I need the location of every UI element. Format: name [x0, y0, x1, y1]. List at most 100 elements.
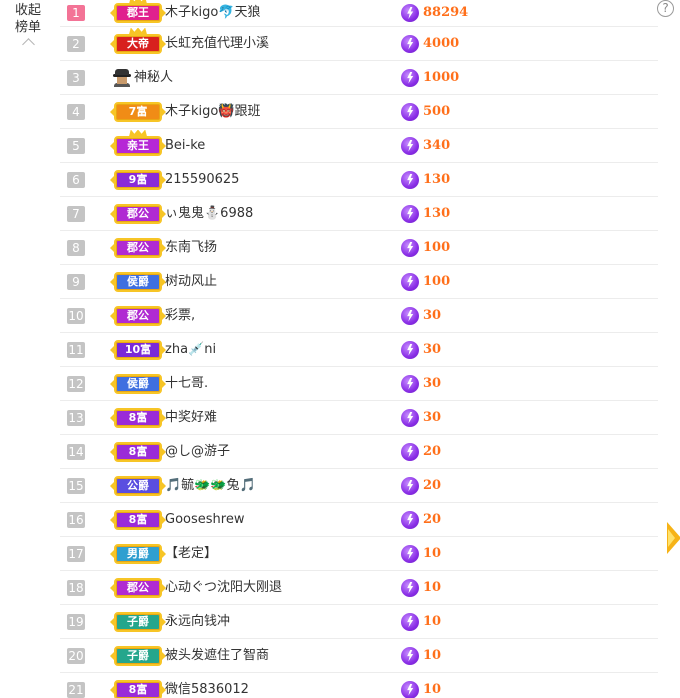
- rank-number: 2: [67, 35, 85, 52]
- ranking-row[interactable]: 16 8富 Gooseshrew 20: [60, 503, 658, 537]
- lightning-icon: [401, 408, 419, 427]
- contribution-number: 4000: [423, 35, 460, 51]
- ranking-row[interactable]: 5 亲王 Bei-ke 340: [60, 129, 658, 163]
- contribution-number: 130: [423, 171, 451, 187]
- rank-title-badge: 8富: [110, 407, 166, 428]
- ranking-row[interactable]: 19 子爵 永远向钱冲 10: [60, 605, 658, 639]
- ranking-row[interactable]: 2 大帝 长虹充值代理小溪 4000: [60, 27, 658, 61]
- rank-number: 17: [67, 545, 85, 562]
- user-name[interactable]: zha💉ni: [165, 341, 216, 359]
- rank-title-badge: 男爵: [110, 543, 166, 564]
- ranking-row[interactable]: 11 10富 zha💉ni 30: [60, 333, 658, 367]
- user-name[interactable]: 永远向钱冲: [165, 613, 230, 631]
- user-name[interactable]: ぃ鬼鬼⛄6988: [165, 205, 253, 223]
- lightning-icon: [401, 340, 419, 359]
- rank-title-badge: 公爵: [110, 475, 166, 496]
- ranking-row[interactable]: 8 郡公 东南飞扬 100: [60, 231, 658, 265]
- rank-number: 15: [67, 477, 85, 494]
- ranking-row[interactable]: 13 8富 中奖好难 30: [60, 401, 658, 435]
- collapse-label-line1: 收起: [14, 3, 41, 18]
- ranking-row[interactable]: 14 8富 @し@游子 20: [60, 435, 658, 469]
- rank-title-badge: 子爵: [110, 611, 166, 632]
- ranking-row[interactable]: 18 郡公 心动ぐつ沈阳大刚退 10: [60, 571, 658, 605]
- collapse-ranking-button[interactable]: 收起 榜单: [8, 2, 48, 51]
- badge-label: 郡公: [127, 206, 149, 220]
- help-icon[interactable]: ?: [657, 0, 674, 17]
- lightning-icon: [401, 170, 419, 189]
- badge-label: 男爵: [127, 546, 149, 560]
- user-name[interactable]: 心动ぐつ沈阳大刚退: [165, 579, 282, 597]
- ranking-row[interactable]: 7 郡公 ぃ鬼鬼⛄6988 130: [60, 197, 658, 231]
- badge-label: 公爵: [127, 478, 149, 492]
- user-name[interactable]: Gooseshrew: [165, 511, 244, 529]
- user-name[interactable]: 中奖好难: [165, 409, 217, 427]
- crown-icon: [129, 129, 147, 137]
- user-name[interactable]: 树动风止: [165, 273, 217, 291]
- contribution-number: 340: [423, 137, 451, 153]
- rank-number: 1: [67, 5, 85, 21]
- contribution-number: 130: [423, 205, 451, 221]
- ranking-row[interactable]: 17 男爵 【老定】 10: [60, 537, 658, 571]
- contribution-number: 1000: [423, 69, 460, 85]
- user-name[interactable]: 微信5836012: [165, 681, 249, 698]
- lightning-icon: [401, 34, 419, 53]
- rank-number: 9: [67, 273, 85, 290]
- contribution-number: 10: [423, 647, 442, 663]
- expand-side-arrow-icon[interactable]: [667, 522, 680, 554]
- rank-title-badge: 7富: [110, 101, 166, 122]
- badge-label: 郡公: [127, 308, 149, 322]
- user-name[interactable]: Bei-ke: [165, 137, 205, 155]
- user-name[interactable]: @し@游子: [165, 443, 230, 461]
- lightning-icon: [401, 680, 419, 698]
- ranking-row[interactable]: 21 8富 微信5836012 10: [60, 673, 658, 698]
- ranking-row[interactable]: 20 子爵 被头发遮住了智商 10: [60, 639, 658, 673]
- rank-number: 13: [67, 409, 85, 426]
- badge-label: 亲王: [127, 138, 149, 152]
- lightning-icon: [401, 204, 419, 223]
- ranking-row[interactable]: 6 9富 215590625 130: [60, 163, 658, 197]
- ranking-row[interactable]: 9 侯爵 树动风止 100: [60, 265, 658, 299]
- ranking-list: 1 郡王 木子kigo🐬天狼 88294 2 大帝 长虹充值代理小溪 4000 3 神秘人 1000…: [60, 0, 658, 698]
- badge-label: 郡公: [127, 240, 149, 254]
- contribution-number: 30: [423, 409, 442, 425]
- rank-title-badge: 郡公: [110, 577, 166, 598]
- user-name[interactable]: 被头发遮住了智商: [165, 647, 269, 665]
- ranking-row[interactable]: 12 侯爵 十七哥. 30: [60, 367, 658, 401]
- rank-number: 14: [67, 443, 85, 460]
- badge-label: 侯爵: [127, 376, 149, 390]
- rank-number: 6: [67, 171, 85, 188]
- rank-number: 7: [67, 205, 85, 222]
- rank-number: 20: [67, 647, 85, 664]
- rank-title-badge: 8富: [110, 679, 166, 698]
- contribution-number: 20: [423, 511, 442, 527]
- user-name[interactable]: 木子kigo🐬天狼: [165, 4, 261, 22]
- rank-title-badge: 子爵: [110, 645, 166, 666]
- badge-label: 大帝: [127, 36, 149, 50]
- lightning-icon: [401, 136, 419, 155]
- user-name[interactable]: 十七哥.: [165, 375, 208, 393]
- user-name[interactable]: 木子kigo👹跟班: [165, 103, 261, 121]
- ranking-row[interactable]: 10 郡公 彩票, 30: [60, 299, 658, 333]
- user-name[interactable]: 东南飞扬: [165, 239, 217, 257]
- user-name[interactable]: 彩票,: [165, 307, 195, 325]
- user-name[interactable]: 长虹充值代理小溪: [165, 35, 269, 53]
- lightning-icon: [401, 306, 419, 325]
- ranking-row[interactable]: 15 公爵 🎵毓🐲🐲兔🎵 20: [60, 469, 658, 503]
- ranking-row[interactable]: 1 郡王 木子kigo🐬天狼 88294: [60, 0, 658, 27]
- rank-number: 8: [67, 239, 85, 256]
- user-name[interactable]: 神秘人: [134, 69, 173, 87]
- lightning-icon: [401, 646, 419, 665]
- user-name[interactable]: 215590625: [165, 171, 239, 189]
- ranking-row[interactable]: 4 7富 木子kigo👹跟班 500: [60, 95, 658, 129]
- ranking-row[interactable]: 3 神秘人 1000: [60, 61, 658, 95]
- rank-number: 10: [67, 307, 85, 324]
- user-name[interactable]: 【老定】: [165, 545, 217, 563]
- badge-label: 侯爵: [127, 274, 149, 288]
- contribution-number: 20: [423, 443, 442, 459]
- lightning-icon: [401, 442, 419, 461]
- badge-label: 8富: [128, 682, 148, 696]
- contribution-number: 10: [423, 545, 442, 561]
- contribution-number: 30: [423, 307, 442, 323]
- mystery-person-icon: [113, 68, 131, 87]
- user-name[interactable]: 🎵毓🐲🐲兔🎵: [165, 477, 256, 495]
